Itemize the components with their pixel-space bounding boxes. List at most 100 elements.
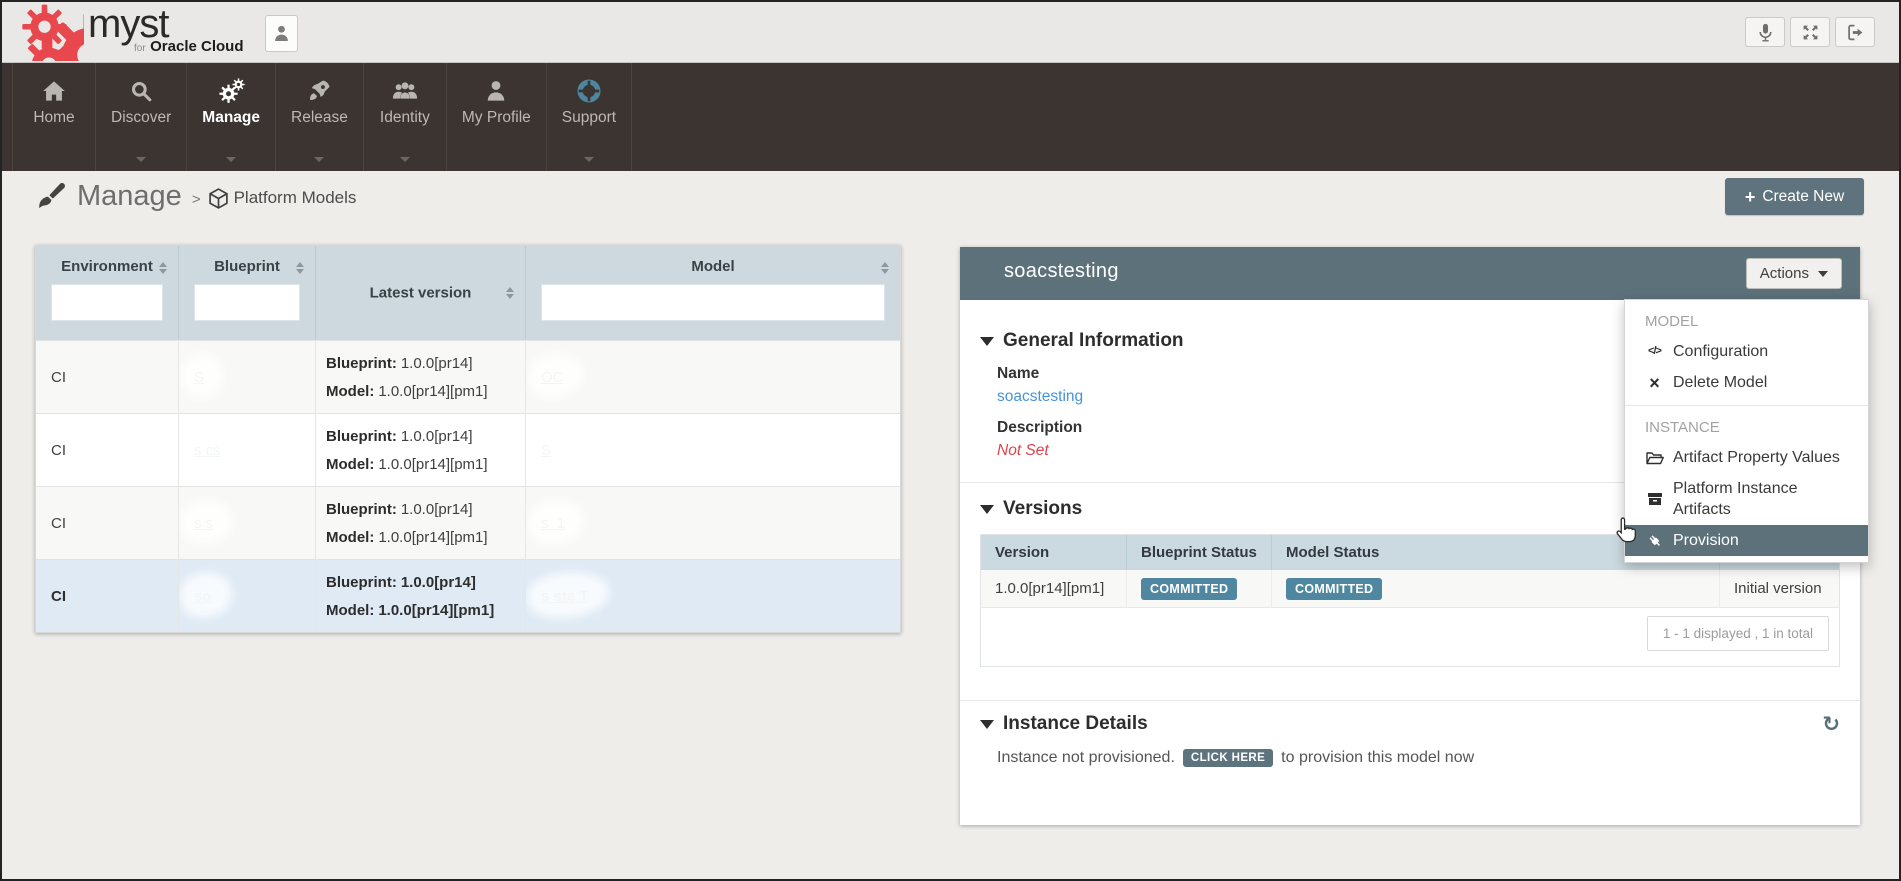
sort-icon[interactable]	[159, 262, 167, 274]
main-nav: Home Discover Manage	[2, 63, 1899, 171]
blueprint-version-value: 1.0.0[pr14]	[401, 355, 473, 372]
table-row-selected[interactable]: CI so Blueprint:1.0.0[pr14] Model:1.0.0[…	[36, 559, 900, 632]
top-header: myst for Oracle Cloud	[2, 2, 1899, 63]
column-header-blueprint: Blueprint	[179, 246, 316, 340]
model-status-badge: COMMITTED	[1286, 578, 1382, 600]
latest-version-cell: Blueprint:1.0.0[pr14] Model:1.0.0[pr14][…	[316, 341, 526, 413]
table-row[interactable]: CI s s Blueprint:1.0.0[pr14] Model:1.0.0…	[36, 486, 900, 559]
logo-for-text: for	[134, 43, 146, 54]
menu-item-artifact-property-values[interactable]: Artifact Property Values	[1625, 442, 1868, 473]
model-name-link[interactable]: soacstesting	[997, 388, 1083, 406]
version-row[interactable]: 1.0.0[pr14][pm1] COMMITTED COMMITTED Ini…	[981, 570, 1839, 608]
redacted-blueprint-link[interactable]: s cs	[194, 442, 221, 459]
model-version-label: Model:	[326, 456, 374, 473]
redacted-model-link[interactable]: s ste T	[541, 588, 589, 605]
fullscreen-button[interactable]	[1790, 17, 1830, 47]
table-header: Environment Blueprint Latest version Mod…	[36, 246, 900, 340]
redacted-blueprint-link[interactable]: s s	[194, 515, 213, 532]
pagination-status: 1 - 1 displayed , 1 in total	[1647, 616, 1829, 651]
latest-version-cell: Blueprint:1.0.0[pr14] Model:1.0.0[pr14][…	[316, 560, 526, 632]
table-row[interactable]: CI S Blueprint:1.0.0[pr14] Model:1.0.0[p…	[36, 340, 900, 413]
sign-out-button[interactable]	[1835, 17, 1875, 47]
instance-details-section-header[interactable]: Instance Details ↻	[980, 713, 1840, 735]
archive-icon	[1645, 492, 1664, 506]
redacted-model-link[interactable]: S	[541, 442, 551, 459]
blueprint-version-label: Blueprint:	[326, 355, 397, 372]
sign-out-icon	[1847, 24, 1864, 41]
actions-label: Actions	[1760, 265, 1809, 282]
actions-button[interactable]: Actions	[1746, 258, 1842, 289]
life-ring-icon	[577, 77, 601, 104]
column-label: Version	[981, 535, 1127, 570]
myst-logo[interactable]: myst for Oracle Cloud	[12, 3, 84, 61]
refresh-icon[interactable]: ↻	[1822, 714, 1840, 735]
breadcrumb-separator: >	[192, 191, 201, 208]
logo-gears-icon	[12, 3, 84, 61]
environment-filter-input[interactable]	[51, 284, 163, 321]
click-here-button[interactable]: CLICK HERE	[1183, 749, 1273, 767]
model-version-value: 1.0.0[pr14][pm1]	[378, 383, 487, 400]
redacted-model-link[interactable]: OC	[541, 369, 564, 386]
model-filter-input[interactable]	[541, 284, 885, 321]
breadcrumb-page[interactable]: Platform Models	[234, 188, 357, 208]
breadcrumb: Manage > Platform Models	[37, 176, 356, 216]
model-version-value: 1.0.0[pr14][pm1]	[378, 529, 487, 546]
nav-item-manage[interactable]: Manage	[187, 63, 276, 171]
menu-item-provision[interactable]: Provision	[1625, 525, 1868, 556]
environment-cell: CI	[36, 487, 179, 559]
platform-models-table: Environment Blueprint Latest version Mod…	[35, 245, 901, 633]
home-icon	[42, 77, 66, 104]
column-label[interactable]: Environment	[36, 258, 178, 275]
nav-item-home[interactable]: Home	[12, 63, 96, 171]
column-label[interactable]: Model	[526, 258, 900, 275]
section-divider	[960, 700, 1860, 701]
nav-label: Home	[33, 109, 74, 127]
actions-dropdown-menu: MODEL </> Configuration × Delete Model I…	[1624, 299, 1869, 563]
redacted-blueprint-link[interactable]: so	[194, 588, 212, 605]
folder-open-icon	[1645, 451, 1664, 465]
create-new-button[interactable]: + Create New	[1725, 178, 1864, 215]
caret-down-icon	[584, 157, 594, 162]
nav-item-support[interactable]: Support	[547, 63, 632, 171]
menu-item-configuration[interactable]: </> Configuration	[1625, 336, 1868, 367]
logo-subtitle: Oracle Cloud	[150, 38, 243, 55]
code-icon: </>	[1645, 341, 1664, 362]
menu-item-delete-model[interactable]: × Delete Model	[1625, 367, 1868, 398]
latest-version-cell: Blueprint:1.0.0[pr14] Model:1.0.0[pr14][…	[316, 414, 526, 486]
nav-item-release[interactable]: Release	[276, 63, 364, 171]
sort-icon[interactable]	[296, 262, 304, 274]
table-row[interactable]: CI s cs Blueprint:1.0.0[pr14] Model:1.0.…	[36, 413, 900, 486]
app-window: myst for Oracle Cloud	[0, 0, 1901, 881]
environment-cell: CI	[36, 560, 179, 632]
plug-icon	[1645, 533, 1664, 549]
redacted-model-link[interactable]: s 1	[541, 515, 565, 532]
menu-item-platform-instance-artifacts[interactable]: Platform Instance Artifacts	[1625, 473, 1868, 525]
menu-item-label: Configuration	[1673, 341, 1768, 362]
header-action-buttons	[1745, 17, 1875, 47]
column-header-latest-version: Latest version	[316, 246, 526, 340]
blueprint-filter-input[interactable]	[194, 284, 300, 321]
model-version-value: 1.0.0[pr14][pm1]	[378, 602, 494, 619]
nav-item-my-profile[interactable]: My Profile	[447, 63, 547, 171]
version-cell: 1.0.0[pr14][pm1]	[981, 570, 1127, 607]
column-header-environment: Environment	[36, 246, 179, 340]
blueprint-version-label: Blueprint:	[326, 574, 397, 591]
redacted-blueprint-link[interactable]: S	[194, 369, 204, 386]
paintbrush-icon	[37, 181, 67, 211]
instance-message-prefix: Instance not provisioned.	[997, 749, 1175, 767]
menu-item-label: Delete Model	[1673, 372, 1767, 393]
caret-down-icon	[1818, 271, 1828, 277]
nav-item-identity[interactable]: Identity	[364, 63, 447, 171]
breadcrumb-section[interactable]: Manage	[77, 180, 182, 213]
column-label[interactable]: Blueprint	[179, 258, 315, 275]
sort-icon[interactable]	[881, 262, 889, 274]
column-header-model: Model	[526, 246, 900, 340]
microphone-button[interactable]	[1745, 17, 1785, 47]
model-version-label: Model:	[326, 529, 374, 546]
sort-icon[interactable]	[506, 287, 514, 299]
nav-item-discover[interactable]: Discover	[96, 63, 187, 171]
column-label[interactable]: Latest version	[316, 285, 525, 302]
environment-cell: CI	[36, 414, 179, 486]
create-new-label: Create New	[1762, 188, 1844, 206]
user-avatar-button[interactable]	[265, 15, 298, 52]
